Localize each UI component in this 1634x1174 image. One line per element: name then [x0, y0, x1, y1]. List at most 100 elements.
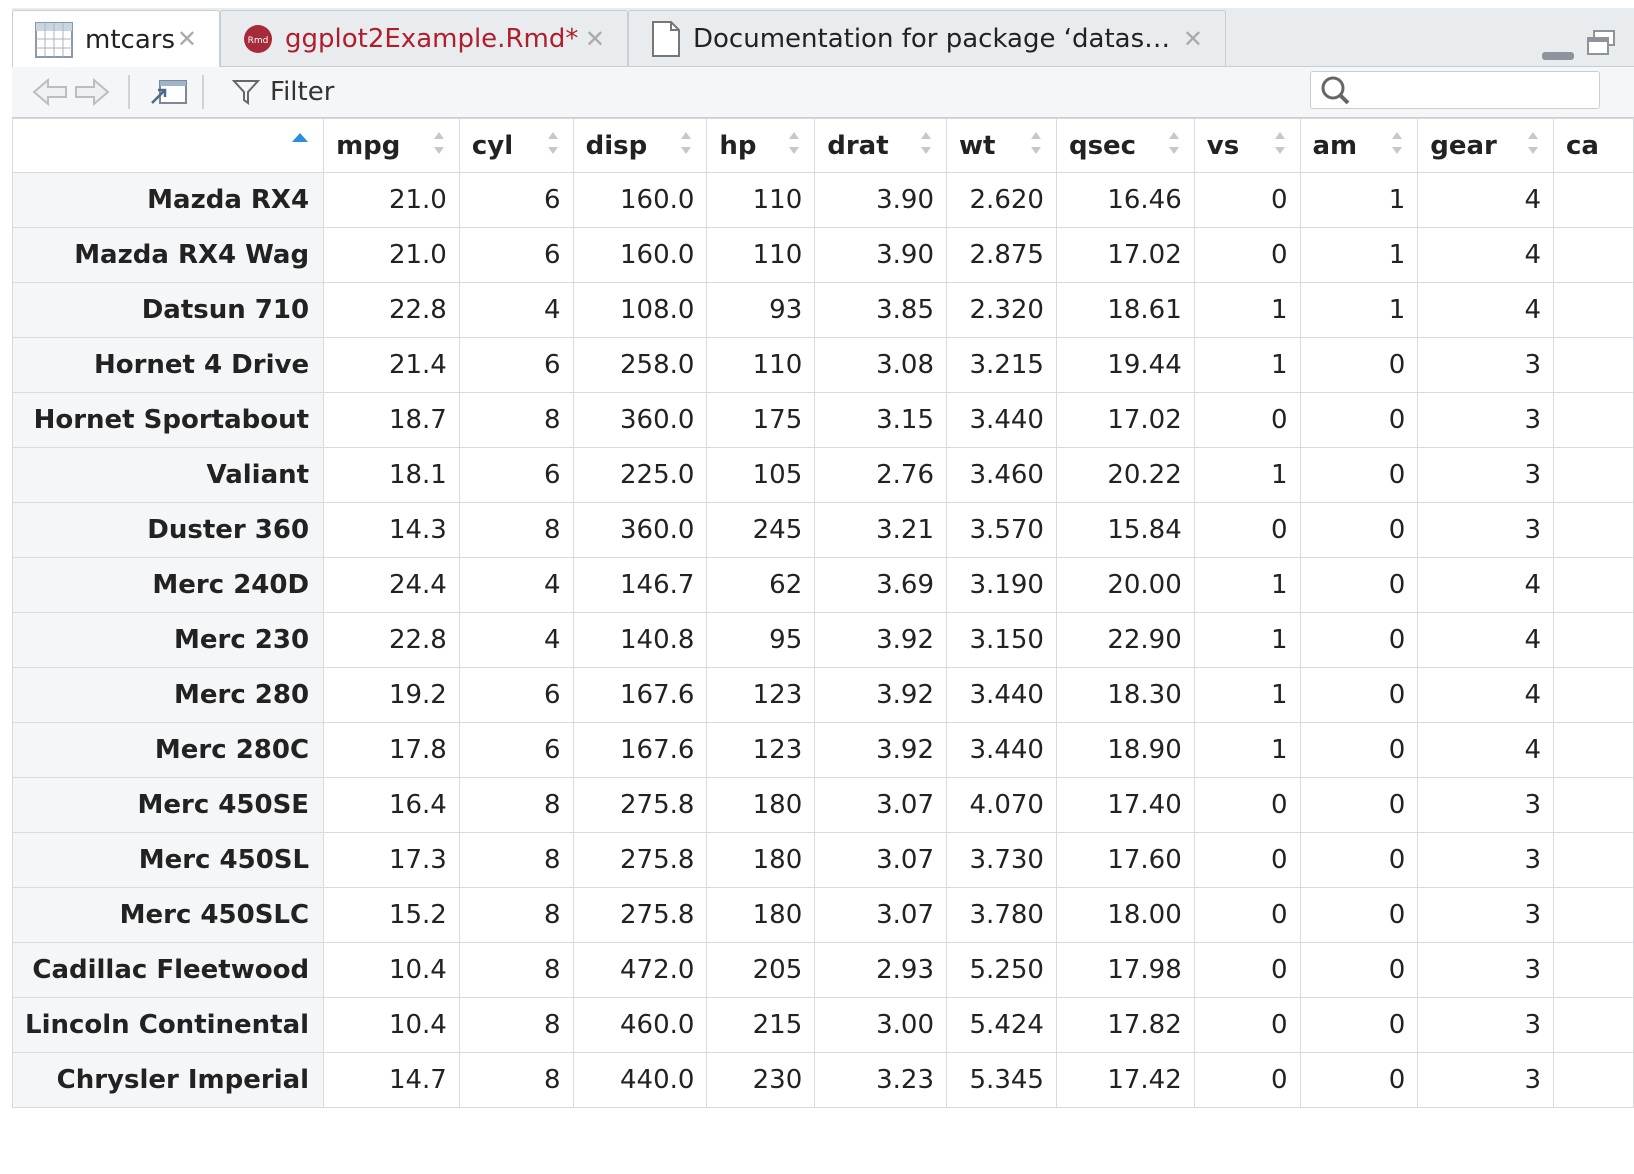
forward-arrow-icon	[75, 77, 110, 107]
data-cell	[1553, 722, 1634, 778]
data-cell: 123	[706, 667, 816, 723]
data-cell: 1	[1193, 282, 1301, 338]
data-cell: 22.90	[1055, 612, 1195, 668]
data-cell: 3.21	[814, 502, 948, 558]
data-cell: 3.440	[946, 667, 1057, 723]
data-cell	[1553, 1052, 1634, 1108]
data-cell: 0	[1299, 502, 1419, 558]
sort-icon	[547, 132, 558, 154]
tab-documentation[interactable]: Documentation for package ‘datas… ✕	[628, 10, 1226, 66]
sort-icon	[1528, 132, 1539, 154]
table-row: Mazda RX4 21.0 6 160.0 110 3.90 2.620 16.46 0 1 4	[11, 172, 1634, 228]
column-header-drat[interactable]: drat	[814, 118, 948, 173]
data-cell: 3.730	[946, 832, 1057, 888]
data-cell: 0	[1193, 887, 1301, 943]
search-input[interactable]	[1361, 74, 1595, 106]
data-cell: 3.07	[814, 887, 948, 943]
row-name-cell: Datsun 710	[11, 282, 325, 338]
data-cell: 18.61	[1055, 282, 1195, 338]
data-cell: 275.8	[572, 887, 708, 943]
data-cell: 160.0	[572, 227, 708, 283]
sort-icon	[1168, 132, 1179, 154]
data-cell: 3	[1417, 832, 1555, 888]
row-name-cell: Merc 450SE	[11, 777, 325, 833]
table-row: Merc 280 19.2 6 167.6 123 3.92 3.440 18.30 1 0 4	[11, 667, 1634, 723]
data-cell: 0	[1193, 942, 1301, 998]
data-cell: 6	[458, 447, 574, 503]
forward-button[interactable]	[74, 67, 110, 117]
tab-ggplot2example[interactable]: Rmd ggplot2Example.Rmd* ✕	[220, 10, 628, 66]
column-header-gear[interactable]: gear	[1417, 118, 1555, 173]
data-cell: 3	[1417, 337, 1555, 393]
sort-icon	[1392, 132, 1403, 154]
data-cell: 2.76	[814, 447, 948, 503]
column-header-mpg[interactable]: mpg	[323, 118, 460, 173]
maximize-icon[interactable]	[1586, 30, 1616, 56]
show-in-window-button[interactable]	[148, 67, 188, 117]
column-header-label: vs	[1206, 130, 1240, 161]
data-cell: 17.82	[1055, 997, 1195, 1053]
data-cell: 6	[458, 722, 574, 778]
data-cell: 0	[1299, 942, 1419, 998]
data-cell	[1553, 502, 1634, 558]
data-cell: 275.8	[572, 777, 708, 833]
data-cell: 14.3	[323, 502, 460, 558]
data-cell: 4	[1417, 227, 1555, 283]
data-cell: 62	[706, 557, 816, 613]
column-header-qsec[interactable]: qsec	[1055, 118, 1195, 173]
column-header-disp[interactable]: disp	[572, 118, 708, 173]
column-header-wt[interactable]: wt	[946, 118, 1057, 173]
data-cell: 0	[1299, 337, 1419, 393]
table-row: Merc 450SLC 15.2 8 275.8 180 3.07 3.780 18.00 0 0…	[11, 887, 1634, 943]
back-arrow-icon	[32, 77, 67, 107]
data-cell: 6	[458, 172, 574, 228]
data-grid: mpg cyl disp hp drat wt qsec vs am gear ca Mazda R…	[11, 118, 1634, 1108]
table-row: Valiant 18.1 6 225.0 105 2.76 3.460 20.22 1 0 3	[11, 447, 1634, 503]
data-cell: 140.8	[572, 612, 708, 668]
filter-button[interactable]: Filter	[232, 67, 334, 117]
minimize-icon[interactable]	[1542, 52, 1574, 60]
column-header-rownames[interactable]	[11, 118, 325, 173]
data-cell: 3.07	[814, 777, 948, 833]
data-cell: 1	[1193, 337, 1301, 393]
close-icon[interactable]: ✕	[177, 25, 197, 53]
table-row: Cadillac Fleetwood 10.4 8 472.0 205 2.93 5.250…	[11, 942, 1634, 998]
table-row: Merc 240D 24.4 4 146.7 62 3.69 3.190 20.00 1 0 4	[11, 557, 1634, 613]
data-cell: 3.69	[814, 557, 948, 613]
data-cell: 3.190	[946, 557, 1057, 613]
data-cell: 4	[1417, 667, 1555, 723]
column-header-hp[interactable]: hp	[706, 118, 816, 173]
data-cell: 167.6	[572, 722, 708, 778]
data-cell: 8	[458, 1052, 574, 1108]
data-cell: 0	[1193, 392, 1301, 448]
tab-mtcars[interactable]: mtcars ✕	[12, 10, 220, 68]
column-header-am[interactable]: am	[1299, 118, 1419, 173]
data-cell: 17.40	[1055, 777, 1195, 833]
column-header-label: hp	[719, 130, 757, 161]
column-header-vs[interactable]: vs	[1193, 118, 1301, 173]
data-cell: 4	[1417, 557, 1555, 613]
column-header-cyl[interactable]: cyl	[458, 118, 574, 173]
data-cell: 0	[1299, 722, 1419, 778]
data-cell: 167.6	[572, 667, 708, 723]
data-cell: 0	[1193, 227, 1301, 283]
data-cell: 3.00	[814, 997, 948, 1053]
close-icon[interactable]: ✕	[1183, 25, 1203, 53]
column-header-ca[interactable]: ca	[1553, 118, 1634, 173]
data-cell: 17.3	[323, 832, 460, 888]
sort-icon	[1030, 132, 1041, 154]
tab-label: mtcars	[85, 24, 175, 55]
data-cell: 0	[1299, 997, 1419, 1053]
data-cell	[1553, 887, 1634, 943]
close-icon[interactable]: ✕	[585, 25, 605, 53]
column-header-label: wt	[959, 130, 996, 161]
data-cell: 0	[1193, 1052, 1301, 1108]
data-cell: 4	[458, 282, 574, 338]
back-button[interactable]	[32, 67, 68, 117]
data-cell: 472.0	[572, 942, 708, 998]
search-box[interactable]	[1310, 71, 1600, 109]
data-cell: 6	[458, 227, 574, 283]
data-cell: 8	[458, 942, 574, 998]
data-cell: 2.320	[946, 282, 1057, 338]
data-cell: 14.7	[323, 1052, 460, 1108]
